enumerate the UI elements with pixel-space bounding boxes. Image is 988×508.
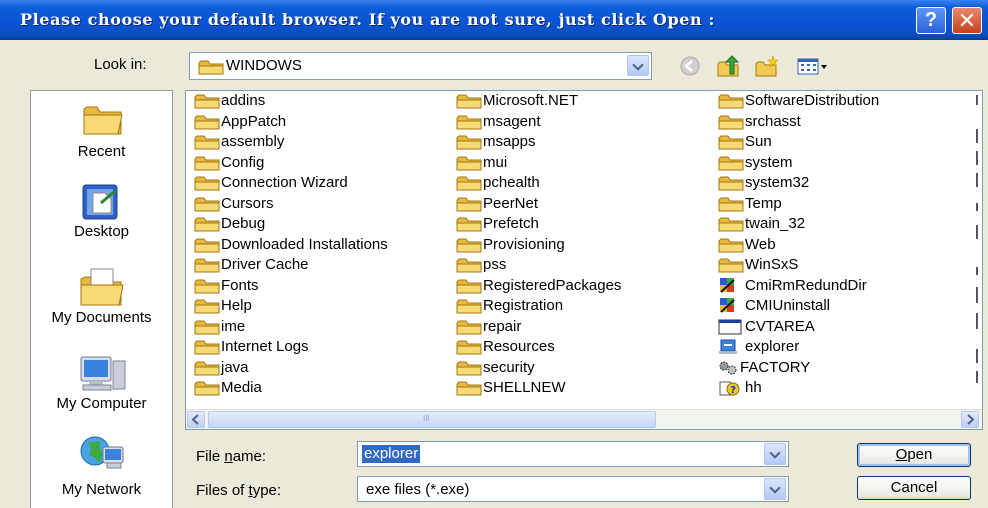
folder-icon <box>718 176 744 191</box>
folder-icon <box>194 381 220 396</box>
folder-icon <box>194 279 220 293</box>
setup-program-icon <box>720 277 735 293</box>
folder-icon <box>456 258 482 273</box>
window-app-icon <box>718 319 742 334</box>
setup-program-icon <box>720 298 735 313</box>
folder-icon <box>456 299 482 314</box>
file-type-dropdown-button[interactable] <box>764 478 786 500</box>
folder-icon <box>194 135 220 150</box>
clipped-column-edge <box>970 91 982 409</box>
file-name-dropdown-button[interactable] <box>764 443 786 465</box>
window-title: Please choose your default browser. If y… <box>20 10 715 29</box>
chevron-right-icon <box>967 414 975 425</box>
place-my-network[interactable]: My Network <box>31 433 172 498</box>
folder-icon <box>456 135 482 150</box>
folder-icon <box>718 94 744 109</box>
close-button[interactable]: ✕ <box>952 7 982 34</box>
folder-icon <box>456 238 482 252</box>
place-label: My Network <box>61 481 142 498</box>
folder-icon <box>198 60 224 75</box>
folder-icon <box>194 361 220 375</box>
place-label: Desktop <box>73 223 130 240</box>
folder-icon <box>194 238 220 252</box>
horizontal-scrollbar[interactable]: III <box>186 409 982 429</box>
folder-icon <box>456 381 482 396</box>
open-button[interactable]: Open <box>857 443 971 467</box>
place-label: My Documents <box>51 309 152 326</box>
folder-icon <box>456 94 482 109</box>
place-desktop[interactable]: Desktop <box>31 183 172 243</box>
folder-icon <box>194 299 220 314</box>
place-my-computer[interactable]: My Computer <box>31 353 172 415</box>
folder-icon <box>718 135 744 150</box>
my-computer-icon <box>80 356 126 391</box>
folder-icon <box>194 176 220 191</box>
folder-icon <box>718 258 744 273</box>
folder-icon <box>718 197 744 211</box>
place-my-documents[interactable]: My Documents <box>31 265 172 335</box>
folder-icon <box>194 217 220 232</box>
svg-text:?: ? <box>730 385 736 396</box>
folder-icon <box>456 217 482 232</box>
folder-icon <box>194 115 220 129</box>
view-menu-icon[interactable] <box>796 54 830 78</box>
folder-icon <box>718 238 744 252</box>
look-in-label: Look in: <box>94 56 147 73</box>
chevron-down-icon <box>632 59 644 71</box>
folder-icon <box>456 320 482 334</box>
places-bar: Recent Desktop My Documents My Computer <box>30 90 173 508</box>
scroll-right-button[interactable] <box>961 411 979 428</box>
my-documents-icon <box>80 268 124 306</box>
scroll-thumb[interactable]: III <box>208 411 656 428</box>
title-bar: Please choose your default browser. If y… <box>0 0 988 40</box>
folder-icon <box>718 156 744 170</box>
folder-icon <box>718 217 744 232</box>
folder-icon <box>194 94 220 109</box>
chevron-down-icon <box>769 447 781 459</box>
folder-icon <box>194 320 220 334</box>
look-in-dropdown-button[interactable] <box>627 55 649 76</box>
scroll-grip: III <box>423 414 430 423</box>
look-in-value: WINDOWS <box>226 57 302 74</box>
file-name-field[interactable]: explorer <box>357 441 789 467</box>
back-icon[interactable] <box>678 54 702 78</box>
cancel-button[interactable]: Cancel <box>857 476 971 500</box>
folder-icon <box>194 258 220 273</box>
folder-icon <box>194 340 220 355</box>
file-list[interactable]: addins AppPatch assembly Config Connecti… <box>185 90 983 430</box>
folder-icon <box>456 279 482 293</box>
recent-folder-icon <box>83 106 123 135</box>
folder-icon <box>456 340 482 355</box>
file-name-label: File name: <box>196 448 267 465</box>
help-app-icon: ? <box>719 381 740 396</box>
chevron-down-icon <box>769 482 781 494</box>
folder-icon <box>456 156 482 170</box>
folder-icon <box>194 156 220 170</box>
help-button[interactable]: ? <box>916 7 946 34</box>
folder-icon <box>456 176 482 191</box>
explorer-app-icon <box>719 339 737 354</box>
chevron-left-icon <box>191 414 199 425</box>
scroll-left-button[interactable] <box>187 411 205 428</box>
folder-icon <box>456 361 482 375</box>
folder-icon <box>456 115 482 129</box>
folder-icon <box>718 115 744 129</box>
place-label: My Computer <box>56 395 147 412</box>
folder-icon <box>456 197 482 211</box>
up-one-level-icon[interactable] <box>716 54 742 78</box>
file-type-dropdown[interactable]: exe files (*.exe) <box>357 476 789 502</box>
my-network-icon <box>80 436 124 469</box>
new-folder-icon[interactable] <box>754 54 780 78</box>
desktop-icon <box>82 184 118 220</box>
file-type-value: exe files (*.exe) <box>366 481 470 498</box>
place-label: Recent <box>77 143 126 160</box>
file-type-label: Files of type: <box>196 482 282 499</box>
look-in-dropdown[interactable]: WINDOWS <box>189 52 652 80</box>
folder-icon <box>194 197 220 211</box>
file-name-value: explorer <box>362 445 421 463</box>
place-recent[interactable]: Recent <box>31 99 172 160</box>
